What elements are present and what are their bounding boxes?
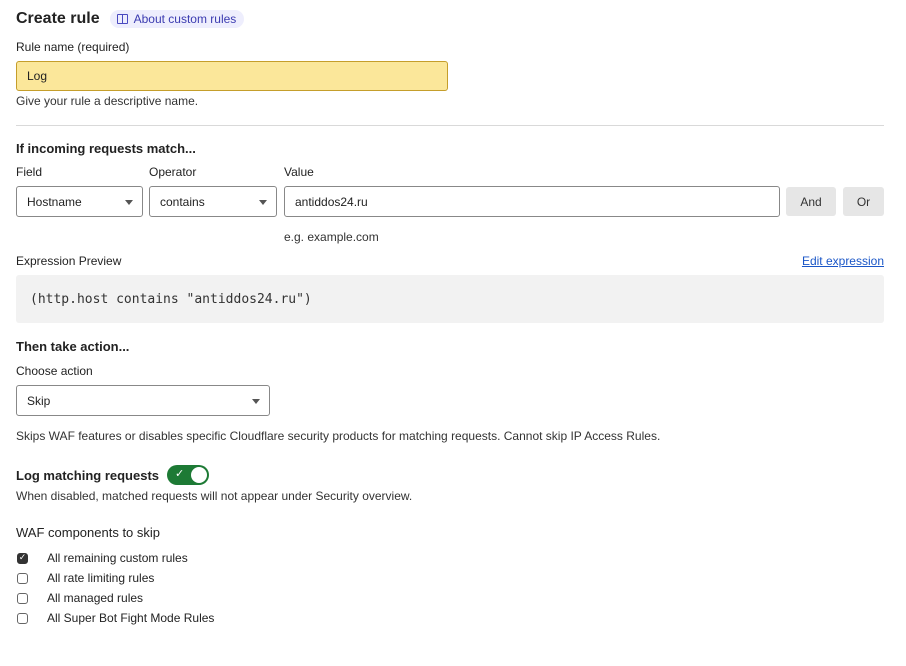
operator-column-label: Operator (149, 165, 197, 179)
and-button[interactable]: And (786, 187, 836, 216)
field-column-label: Field (16, 165, 43, 179)
value-example-hint: e.g. example.com (284, 230, 379, 244)
list-item[interactable]: ✓ All remaining custom rules (16, 548, 884, 568)
checkbox-label: All rate limiting rules (47, 571, 155, 585)
toggle-knob (191, 467, 208, 483)
list-item[interactable]: All rate limiting rules (16, 568, 884, 588)
action-select-wrapper: Skip (16, 385, 270, 416)
page-header: Create rule About custom rules (16, 0, 884, 29)
choose-action-label: Choose action (16, 364, 93, 378)
operator-select-value: contains (160, 194, 205, 209)
rule-name-help: Give your rule a descriptive name. (16, 94, 199, 108)
action-description: Skips WAF features or disables specific … (16, 429, 661, 443)
log-matching-title: Log matching requests (16, 467, 160, 483)
check-icon: ✓ (175, 467, 185, 480)
waf-components-title: WAF components to skip (16, 525, 161, 540)
about-custom-rules-link[interactable]: About custom rules (109, 10, 245, 28)
action-select-value: Skip (27, 393, 51, 408)
list-item[interactable]: All managed rules (16, 588, 884, 608)
value-input[interactable]: antiddos24.ru (284, 186, 780, 217)
or-button[interactable]: Or (843, 187, 884, 216)
waf-components-list: ✓ All remaining custom rules All rate li… (16, 548, 884, 628)
checkbox[interactable] (17, 592, 28, 604)
log-matching-row: Log matching requests ✓ (16, 465, 884, 485)
operator-select[interactable]: contains (149, 186, 277, 217)
value-input-text: antiddos24.ru (295, 194, 368, 209)
match-row: Hostname contains antiddos24.ru And Or (16, 186, 884, 220)
create-rule-form: Create rule About custom rules Rule name… (0, 0, 906, 628)
list-item[interactable]: All Super Bot Fight Mode Rules (16, 608, 884, 628)
checkbox-label: All managed rules (47, 591, 144, 605)
expression-preview-box: (http.host contains "antiddos24.ru") (16, 275, 884, 323)
checkbox-checked[interactable]: ✓ (17, 552, 28, 564)
expression-preview-label: Expression Preview (16, 254, 122, 268)
about-link-label: About custom rules (133, 12, 237, 26)
action-section-title: Then take action... (16, 339, 130, 354)
checkbox[interactable] (17, 612, 28, 624)
checkbox-label: All Super Bot Fight Mode Rules (47, 611, 215, 625)
edit-expression-link[interactable]: Edit expression (802, 254, 884, 268)
book-icon (116, 14, 128, 24)
checkbox-label: All remaining custom rules (47, 551, 188, 565)
chevron-down-icon (252, 399, 260, 404)
page-title: Create rule (16, 10, 100, 27)
checkbox[interactable] (17, 572, 28, 584)
chevron-down-icon (125, 200, 133, 205)
field-select[interactable]: Hostname (16, 186, 143, 217)
rule-name-input[interactable]: Log (16, 61, 448, 91)
expression-header: Expression Preview Edit expression (16, 254, 884, 270)
match-column-headers: Field Operator Value (16, 165, 884, 181)
expression-text: (http.host contains "antiddos24.ru") (30, 291, 312, 307)
rule-name-value: Log (27, 69, 48, 83)
value-column-label: Value (284, 165, 314, 179)
match-section-title: If incoming requests match... (16, 141, 196, 156)
log-matching-toggle[interactable]: ✓ (167, 465, 210, 485)
chevron-down-icon (259, 200, 267, 205)
rule-name-label: Rule name (required) (16, 40, 130, 54)
divider (16, 125, 884, 126)
action-select[interactable]: Skip (16, 385, 270, 416)
log-matching-description: When disabled, matched requests will not… (16, 489, 413, 503)
field-select-value: Hostname (27, 194, 82, 209)
